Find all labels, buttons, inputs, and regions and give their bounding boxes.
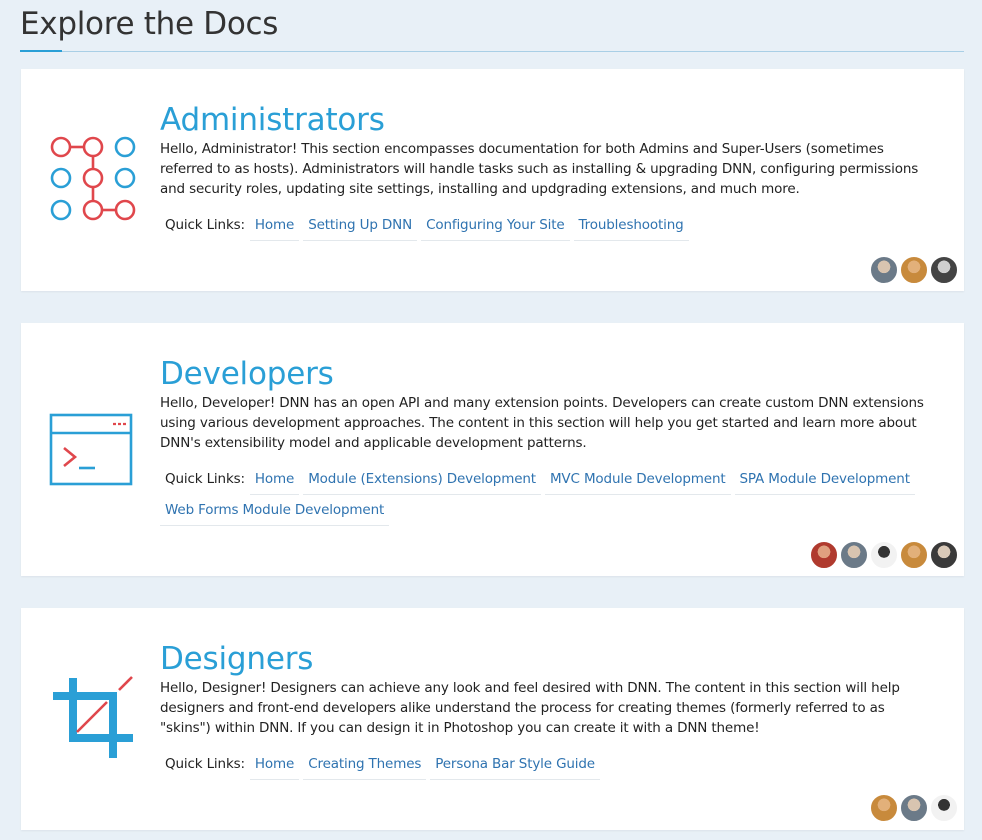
quick-link-persona-bar-style-guide[interactable]: Persona Bar Style Guide [430,752,600,780]
contributor-avatars [868,256,958,284]
card-description: Hello, Developer! DNN has an open API an… [160,395,924,451]
avatar[interactable] [810,541,838,569]
quick-link-mvc-module-development[interactable]: MVC Module Development [544,467,731,495]
contributor-avatars [808,541,958,569]
terminal-window-icon [49,413,135,491]
quick-link-module-development[interactable]: Module (Extensions) Development [303,467,541,495]
avatar[interactable] [870,794,898,822]
quick-link-troubleshooting[interactable]: Troubleshooting [573,213,689,241]
quick-link-setting-up-dnn[interactable]: Setting Up DNN [303,213,418,241]
card-description: Hello, Administrator! This section encom… [160,141,919,197]
avatar[interactable] [900,256,928,284]
card-description: Hello, Designer! Designers can achieve a… [160,680,900,736]
quick-link-home[interactable]: Home [249,213,300,241]
avatar[interactable] [930,794,958,822]
avatar[interactable] [930,256,958,284]
contributor-avatars [868,794,958,822]
quick-links: Quick Links: Home Creating Themes Person… [160,752,934,783]
card-developers: Developers Hello, Developer! DNN has an … [21,323,964,576]
quick-links-label: Quick Links: [165,217,245,233]
avatar[interactable] [870,541,898,569]
title-divider-accent [20,50,62,52]
card-heading[interactable]: Designers [160,640,934,678]
quick-link-web-forms-module-development[interactable]: Web Forms Module Development [160,498,390,526]
avatar[interactable] [870,256,898,284]
quick-links: Quick Links: Home Setting Up DNN Configu… [160,213,934,244]
avatar[interactable] [900,794,928,822]
quick-links-label: Quick Links: [165,471,245,487]
card-heading[interactable]: Developers [160,355,934,393]
card-heading[interactable]: Administrators [160,101,934,139]
avatar[interactable] [840,541,868,569]
quick-links-label: Quick Links: [165,756,245,772]
avatar[interactable] [900,541,928,569]
quick-links: Quick Links: Home Module (Extensions) De… [160,467,934,529]
quick-link-home[interactable]: Home [249,752,300,780]
page-title: Explore the Docs [20,6,279,42]
quick-link-spa-module-development[interactable]: SPA Module Development [734,467,915,495]
admin-network-icon [49,135,139,225]
card-designers: Designers Hello, Designer! Designers can… [21,608,964,830]
crop-tool-icon [49,676,139,766]
quick-link-home[interactable]: Home [249,467,300,495]
quick-link-configuring-your-site[interactable]: Configuring Your Site [421,213,570,241]
card-administrators: Administrators Hello, Administrator! Thi… [21,69,964,291]
avatar[interactable] [930,541,958,569]
quick-link-creating-themes[interactable]: Creating Themes [303,752,427,780]
title-divider [20,51,964,52]
